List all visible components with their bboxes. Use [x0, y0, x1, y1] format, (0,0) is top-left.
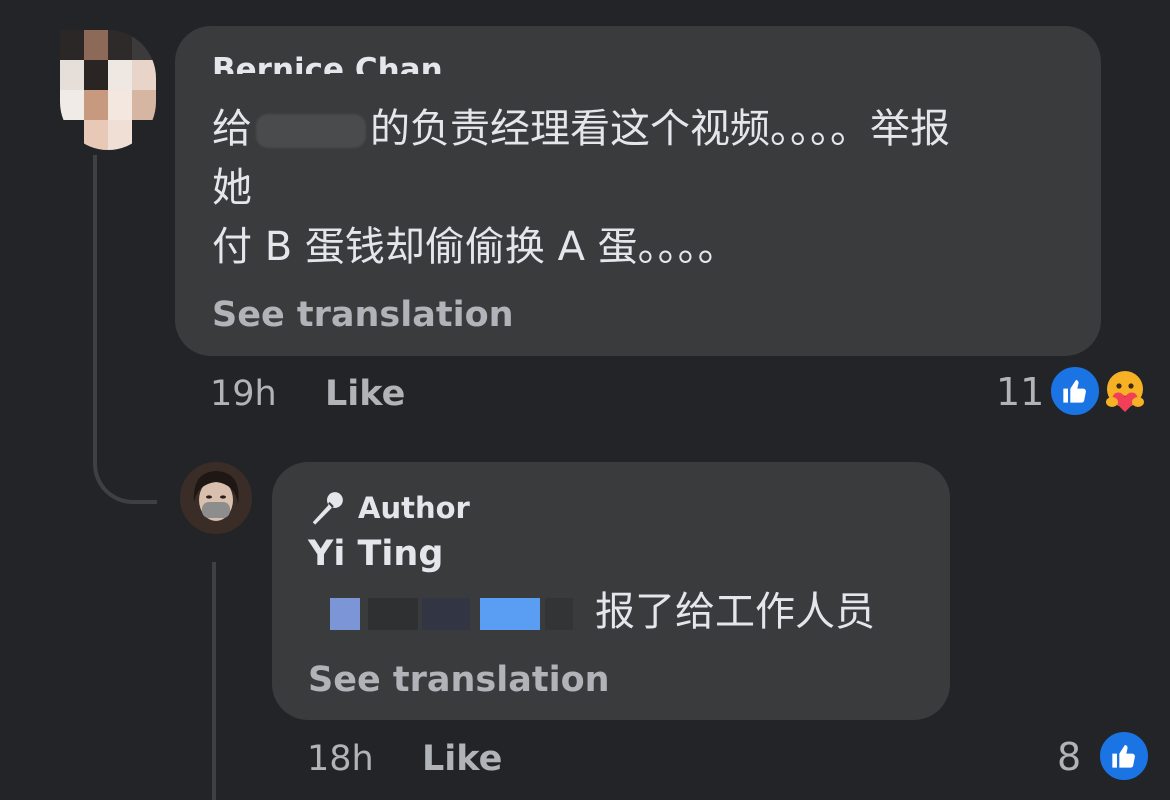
- thread-connector: [93, 155, 157, 504]
- redacted-text: [256, 114, 366, 148]
- comment-thread: Bernice Chan 给的负责经理看这个视频。。。。举报 她 付 B 蛋钱却…: [0, 0, 1170, 800]
- comment-author-name[interactable]: Bernice Chan: [212, 40, 472, 74]
- like-button[interactable]: Like: [325, 374, 405, 414]
- comment-text: 报了给工作人员: [595, 589, 875, 635]
- reaction-count[interactable]: 11: [996, 370, 1044, 414]
- author-badge: Author: [308, 488, 470, 528]
- like-reaction-icon[interactable]: [1048, 364, 1102, 418]
- comment-timestamp[interactable]: 18h: [307, 739, 374, 779]
- microphone-icon: [312, 492, 343, 525]
- redacted-text: [545, 598, 573, 630]
- avatar[interactable]: [60, 30, 156, 150]
- pixelated-avatar-image: [60, 30, 156, 150]
- like-reaction-icon[interactable]: [1097, 729, 1151, 783]
- redacted-text: [422, 598, 470, 630]
- reaction-count[interactable]: 8: [1057, 735, 1081, 779]
- redacted-text: [368, 598, 418, 630]
- thread-connector-reply: [212, 562, 216, 800]
- comment-author-name[interactable]: Yi Ting: [308, 534, 443, 574]
- comment-text: 给的负责经理看这个视频。。。。举报 她 付 B 蛋钱却偷偷换 A 蛋。。。。: [212, 106, 950, 270]
- see-translation-link[interactable]: See translation: [308, 660, 610, 700]
- author-badge-label: Author: [358, 491, 470, 525]
- comment-timestamp[interactable]: 19h: [210, 374, 277, 414]
- see-translation-link[interactable]: See translation: [212, 295, 514, 335]
- author-avatar-image: [180, 462, 252, 534]
- avatar[interactable]: [180, 462, 252, 534]
- redacted-text: [480, 598, 540, 630]
- redacted-text: [330, 598, 360, 630]
- like-button[interactable]: Like: [422, 739, 502, 779]
- care-icon[interactable]: [1098, 364, 1152, 418]
